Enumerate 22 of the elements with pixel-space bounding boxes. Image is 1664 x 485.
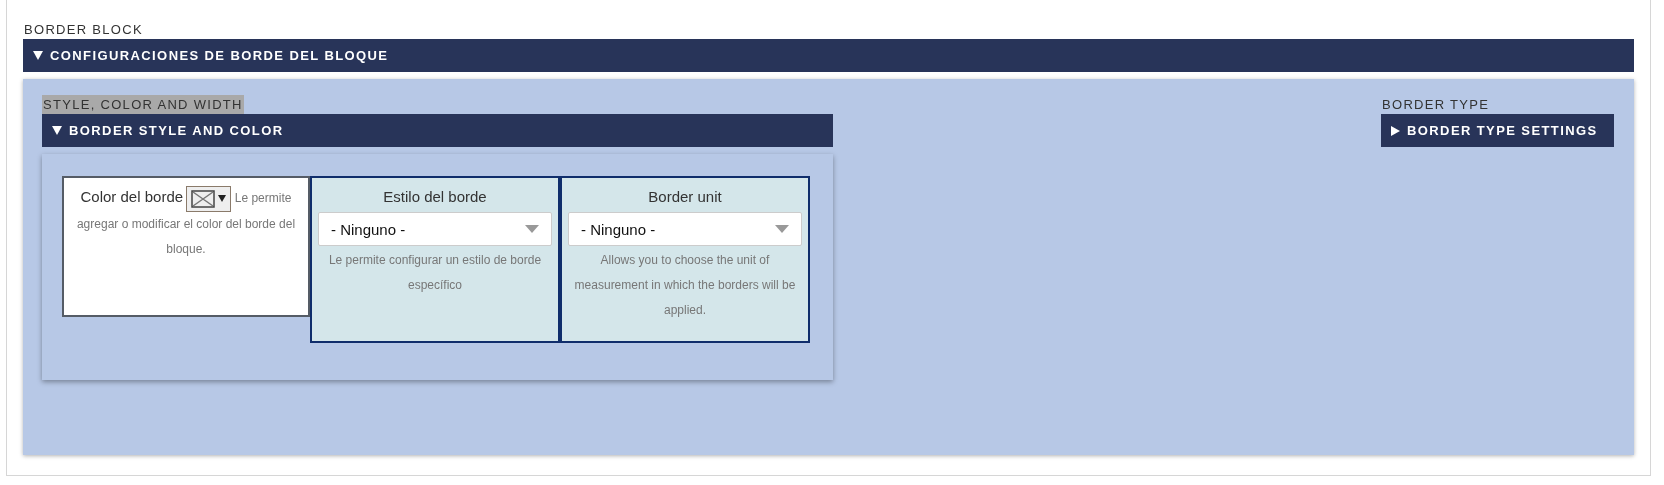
help-text: Le permite configurar un estilo de borde específico <box>327 252 543 294</box>
group-label: BORDER TYPE <box>1381 96 1491 114</box>
caret-icon <box>775 225 789 233</box>
color-help-text: Color del borde Le permite agregar o modificar el color del borde del bloque. <box>70 184 302 262</box>
field-label: Border unit <box>648 188 722 205</box>
field-label: Estilo del borde <box>383 188 487 205</box>
group-label: STYLE, COLOR AND WIDTH <box>42 95 244 114</box>
section-label: BORDER BLOCK <box>23 21 144 39</box>
triangle-down-icon <box>33 51 43 60</box>
select-field[interactable]: - Ninguno - <box>318 212 552 246</box>
triangle-down-icon <box>52 126 62 135</box>
section-header[interactable]: CONFIGURACIONES DE BORDE DEL BLOQUE <box>23 39 1634 72</box>
section-header[interactable]: BORDER STYLE AND COLOR <box>42 114 833 147</box>
field-label: Color del borde <box>80 188 184 205</box>
help-text: Allows you to choose the unit of measurement in which the borders will be applied. <box>573 252 797 319</box>
section-header[interactable]: BORDER TYPE SETTINGS <box>1381 114 1614 147</box>
color-picker[interactable] <box>186 185 232 212</box>
caret-icon <box>218 195 227 203</box>
caret-icon <box>525 225 539 233</box>
no-color-swatch-icon <box>191 189 216 208</box>
select-field[interactable]: - Ninguno - <box>568 212 802 246</box>
triangle-right-icon <box>1391 125 1400 136</box>
